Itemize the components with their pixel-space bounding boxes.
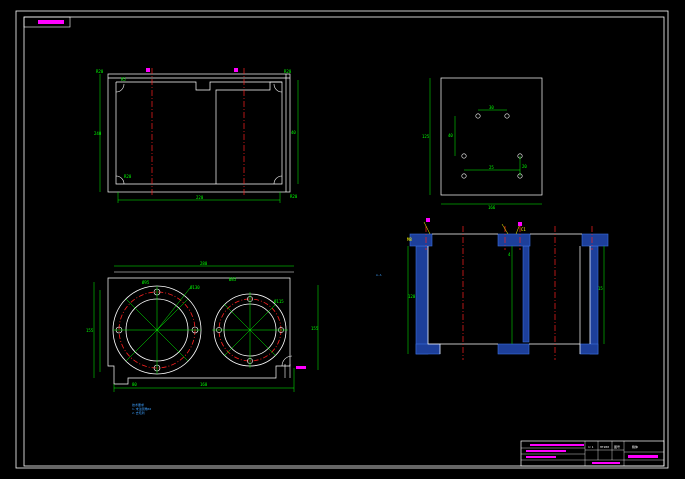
plan-left-flange xyxy=(112,285,202,375)
section-mark-right xyxy=(518,222,522,226)
plan-width-dim: 280 xyxy=(200,261,208,266)
section-thread-dim: M8 xyxy=(407,237,412,242)
drawing-frame xyxy=(15,10,669,469)
top-view-radius-note: R5 xyxy=(121,77,126,82)
plan-corner-mark xyxy=(296,366,306,369)
top-view-width-dim: 220 xyxy=(196,195,204,200)
top-view-mark-left xyxy=(146,68,150,72)
title-scale: 1:1 xyxy=(588,445,594,449)
side-label: A-A xyxy=(376,273,382,277)
plan-bottom-left-dim: 80 xyxy=(132,382,137,387)
top-view-corner-lb: R20 xyxy=(124,174,132,179)
side-view-height-dim: 125 xyxy=(422,134,430,139)
plan-height-right-dim: 155 xyxy=(311,326,319,331)
plan-right-bore-dim: Ø85 xyxy=(229,277,237,282)
title-part-name: 箱体 xyxy=(632,444,638,449)
side-view-hole-x2: 25 xyxy=(489,165,494,170)
title-sheet: 图号 xyxy=(614,444,620,449)
top-view-right-dim: 40 xyxy=(291,130,296,135)
top-view-height-dim: 240 xyxy=(94,131,102,136)
top-view-corner-rb: R20 xyxy=(290,194,298,199)
section-chamfer-dim: C1 xyxy=(521,227,526,232)
section-view: M8 C1 120 15 4 A-A xyxy=(376,218,609,360)
side-view-hole-y1: 40 xyxy=(448,133,453,138)
section-mark-left xyxy=(426,218,430,222)
plan-pcd-left-dim: Ø130 xyxy=(190,285,200,290)
section-bottom-dim: 4 xyxy=(508,252,511,257)
plan-pcd-right-dim: Ø115 xyxy=(274,299,284,304)
plan-bottom-right-dim: 160 xyxy=(200,382,208,387)
top-view: 220 240 40 R20 R20 R20 R20 R5 xyxy=(94,68,299,203)
plan-corner-detail xyxy=(281,355,293,378)
section-wall-dim: 15 xyxy=(598,286,603,291)
plan-height-left-dim: 155 xyxy=(86,328,94,333)
title-material: HT200 xyxy=(600,445,609,449)
side-view-hole-x1: 30 xyxy=(489,105,494,110)
plan-view: 280 Ø95 Ø85 Ø130 Ø115 155 155 80 160 xyxy=(86,261,319,392)
cad-drawing-canvas: 220 240 40 R20 R20 R20 R20 R5 125 166 30… xyxy=(15,10,669,469)
drawing-code-box xyxy=(23,16,71,28)
side-view-width-dim: 166 xyxy=(488,205,496,210)
top-view-mark-right xyxy=(234,68,238,72)
side-view-hole-y2: 20 xyxy=(522,164,527,169)
title-block: 箱体 1:1 HT200 图号 xyxy=(520,440,665,467)
side-view: 125 166 30 25 40 20 xyxy=(422,77,543,210)
notes-line-2: 2.去毛刺 xyxy=(132,410,145,415)
plan-left-bore-dim: Ø95 xyxy=(142,280,150,285)
section-depth-dim: 120 xyxy=(408,294,416,299)
top-view-corner-lt: R20 xyxy=(96,69,104,74)
top-view-corner-rt: R20 xyxy=(284,69,292,74)
technical-notes: 技术要求 1.未注圆角R2 2.去毛刺 xyxy=(132,402,151,415)
